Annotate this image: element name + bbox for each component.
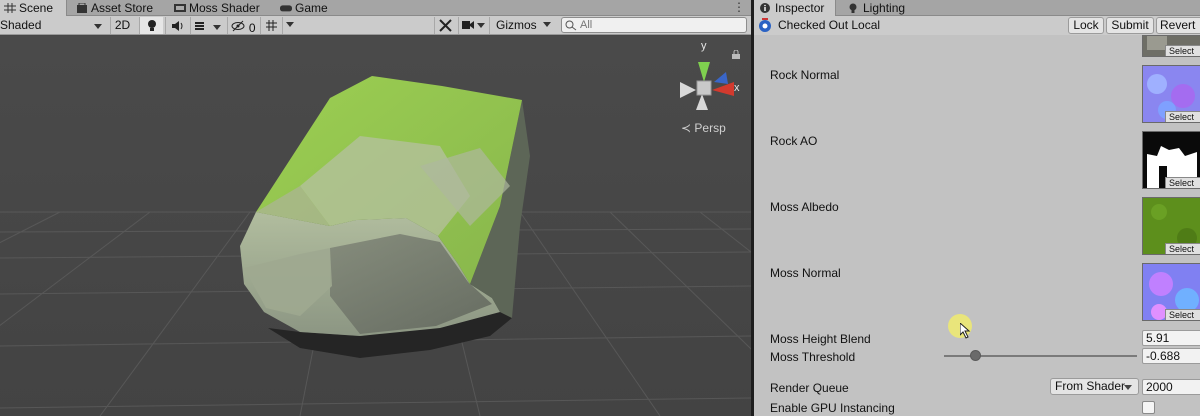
moss-threshold-slider-thumb[interactable] — [970, 350, 981, 361]
gamepad-icon — [280, 5, 292, 12]
vc-status-text: Checked Out Local — [778, 18, 881, 32]
camera-dropdown[interactable] — [458, 17, 488, 34]
texture-slot-moss-albedo[interactable]: Select — [1142, 197, 1200, 255]
select-texture-button[interactable]: Select — [1165, 309, 1200, 320]
tab-moss-shader[interactable]: Moss Shader — [170, 0, 260, 16]
rock-normal-label: Rock Normal — [770, 68, 840, 82]
chevron-down-icon — [543, 22, 551, 27]
scene-panel: Scene Asset Store Moss Shader Game ⋮ Sha… — [0, 0, 751, 416]
effects-icon — [195, 22, 205, 30]
scene-toolbar: Shaded 2D 0 Gizmos All — [0, 16, 751, 35]
scene-viewport[interactable]: y x ≺ Persp — [0, 36, 751, 416]
inspector-panel: Inspector Lighting Checked Out Local Loc… — [754, 0, 1200, 416]
texture-slot-rock-ao[interactable]: Select — [1142, 131, 1200, 189]
render-queue-mode-dropdown[interactable]: From Shader — [1050, 378, 1139, 395]
lighting-toggle-button[interactable] — [139, 17, 163, 34]
texture-slot-rock-albedo[interactable]: Select — [1142, 35, 1200, 57]
lock-icon[interactable] — [732, 48, 740, 62]
moss-normal-label: Moss Normal — [770, 266, 841, 280]
rock-ao-label: Rock AO — [770, 134, 818, 148]
grid-icon — [4, 3, 16, 13]
version-control-bar: Checked Out Local Lock Submit Revert — [754, 16, 1200, 42]
tab-game[interactable]: Game — [276, 0, 328, 16]
lock-button[interactable]: Lock — [1068, 17, 1104, 34]
texture-slot-rock-normal[interactable]: Select — [1142, 65, 1200, 123]
mouse-pointer-icon — [960, 323, 971, 339]
select-texture-button[interactable]: Select — [1165, 243, 1200, 254]
moss-height-blend-label: Moss Height Blend — [770, 332, 871, 346]
lightbulb-icon — [147, 20, 156, 31]
select-texture-button[interactable]: Select — [1165, 177, 1200, 188]
camera-icon — [461, 21, 474, 29]
search-icon — [565, 20, 577, 31]
render-queue-label: Render Queue — [770, 381, 849, 395]
gpu-instancing-checkbox[interactable] — [1142, 401, 1155, 414]
moss-threshold-label: Moss Threshold — [770, 350, 856, 364]
scene-visibility-toggle[interactable]: 0 — [227, 17, 259, 35]
submit-button[interactable]: Submit — [1106, 17, 1154, 34]
gizmo-x-label: x — [734, 82, 740, 94]
bulb-icon — [849, 3, 857, 13]
select-texture-button[interactable]: Select — [1165, 45, 1200, 56]
grid-snap-icon — [266, 20, 277, 31]
texture-slot-moss-normal[interactable]: Select — [1142, 263, 1200, 321]
gpu-instancing-label: Enable GPU Instancing — [770, 401, 895, 415]
gizmos-dropdown[interactable]: Gizmos — [489, 17, 557, 34]
search-input[interactable] — [580, 18, 730, 32]
scene-search-box[interactable] — [561, 17, 747, 33]
inspector-tabbar: Inspector Lighting — [754, 0, 1200, 16]
shading-mode-dropdown[interactable]: Shaded — [0, 17, 106, 34]
moss-threshold-field[interactable]: -0.688 — [1142, 348, 1200, 364]
more-options-icon[interactable]: ⋮ — [733, 0, 745, 14]
tools-icon — [439, 19, 452, 32]
render-queue-field[interactable]: 2000 — [1142, 379, 1200, 395]
tab-inspector[interactable]: Inspector — [754, 0, 836, 16]
chevron-down-icon — [477, 23, 486, 28]
gizmo-y-label: y — [701, 40, 707, 52]
chevron-down-icon — [212, 25, 221, 30]
chevron-down-icon — [94, 24, 102, 29]
shader-icon — [174, 4, 186, 12]
chevron-down-icon — [1124, 385, 1132, 390]
select-texture-button[interactable]: Select — [1165, 111, 1200, 122]
revert-dropdown[interactable]: Revert — [1156, 17, 1200, 42]
grid-snap-toggle[interactable] — [260, 17, 282, 34]
eye-slash-icon — [231, 20, 245, 32]
checked-out-icon — [759, 18, 771, 32]
info-icon — [760, 3, 770, 13]
chevron-down-icon — [285, 22, 294, 27]
scene-tabbar: Scene Asset Store Moss Shader Game ⋮ — [0, 0, 751, 16]
audio-toggle-button[interactable] — [165, 17, 189, 34]
tab-lighting[interactable]: Lighting — [842, 0, 905, 16]
effects-dropdown[interactable] — [190, 17, 224, 34]
projection-toggle[interactable]: ≺ Persp — [681, 121, 726, 135]
moss-height-blend-field[interactable]: 5.91 — [1142, 330, 1200, 346]
tab-asset-store[interactable]: Asset Store — [72, 0, 153, 16]
tools-button[interactable] — [434, 17, 456, 34]
scene-render — [0, 36, 751, 416]
cursor-highlight — [948, 314, 972, 339]
store-icon — [77, 3, 87, 13]
speaker-icon — [171, 21, 182, 31]
tab-scene[interactable]: Scene — [0, 0, 67, 16]
grid-options-dropdown[interactable] — [282, 17, 296, 34]
moss-albedo-label: Moss Albedo — [770, 200, 839, 214]
toggle-2d-button[interactable]: 2D — [110, 17, 134, 34]
